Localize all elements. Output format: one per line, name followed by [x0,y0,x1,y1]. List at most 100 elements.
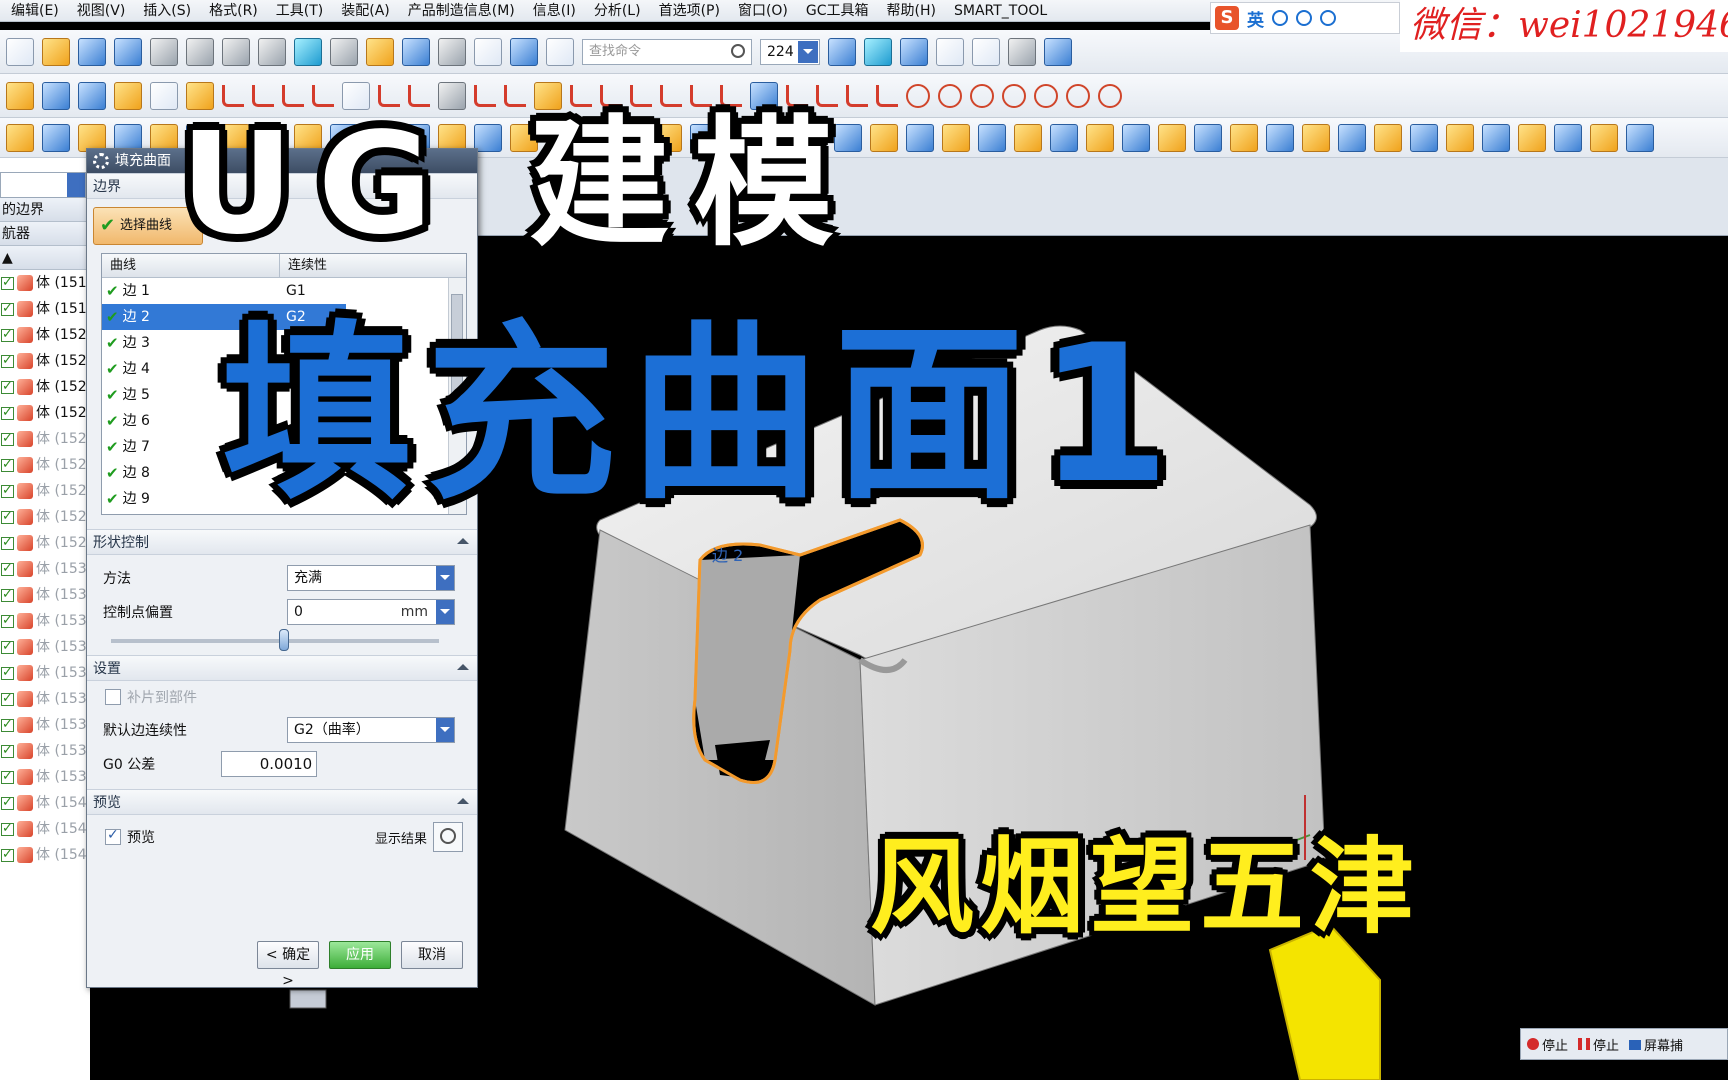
preview-checkbox[interactable] [105,827,121,845]
print-icon[interactable] [150,37,178,66]
feature35-icon[interactable] [1266,123,1294,152]
feature45-icon[interactable] [1626,123,1654,152]
feature36-icon[interactable] [1302,123,1330,152]
circle2-icon[interactable] [938,83,962,108]
feature31-icon[interactable] [1122,123,1150,152]
split-icon[interactable] [876,84,898,107]
menu-view[interactable]: 视图(V) [68,0,135,22]
circle-icon[interactable] [906,83,930,108]
navigator-row[interactable]: 体 (153 [0,634,90,660]
visibility-checkbox[interactable] [1,816,14,842]
navigator-row[interactable]: 体 (153 [0,686,90,712]
circle3-icon[interactable] [970,83,994,108]
collapse-icon[interactable] [457,798,469,804]
feature39-icon[interactable] [1410,123,1438,152]
feature24-icon[interactable] [870,123,898,152]
feature33-icon[interactable] [1194,123,1222,152]
slider-knob[interactable] [279,629,289,651]
navigator-filter-select[interactable] [0,172,86,198]
visibility-checkbox[interactable] [1,452,14,478]
navigator-row[interactable]: 体 (154 [0,790,90,816]
offset-input[interactable]: 0 mm [287,599,455,625]
menu-window[interactable]: 窗口(O) [729,0,797,22]
point-icon[interactable] [864,37,892,66]
feature30-icon[interactable] [1086,123,1114,152]
feature41-icon[interactable] [1482,123,1510,152]
feature29-icon[interactable] [1050,123,1078,152]
circle6-icon[interactable] [1066,83,1090,108]
visibility-checkbox[interactable] [1,608,14,634]
shape-control-group-header[interactable]: 形状控制 [87,529,477,555]
copy-icon[interactable] [222,37,250,66]
navigator-row[interactable]: 体 (152 [0,322,90,348]
visibility-checkbox[interactable] [1,426,14,452]
offset-slider[interactable] [111,629,439,651]
chevron-down-icon[interactable] [436,600,454,624]
navigator-row[interactable]: 体 (153 [0,608,90,634]
feature28-icon[interactable] [1014,123,1042,152]
menu-help[interactable]: 帮助(H) [878,0,945,22]
menu-format[interactable]: 格式(R) [200,0,267,22]
ime-lang[interactable]: 英 [1247,6,1264,31]
block-icon[interactable] [114,81,142,110]
navigator-sort-header[interactable]: ▲ [0,246,90,270]
visibility-checkbox[interactable] [1,582,14,608]
circle7-icon[interactable] [1098,83,1122,108]
navigator-row[interactable]: 体 (154 [0,842,90,868]
menu-info[interactable]: 信息(I) [524,0,585,22]
keyboard-icon[interactable] [1320,10,1336,26]
visibility-checkbox[interactable] [1,530,14,556]
feature43-icon[interactable] [1554,123,1582,152]
visibility-checkbox[interactable] [1,504,14,530]
menu-insert[interactable]: 插入(S) [134,0,200,22]
edit-object-icon[interactable] [366,37,394,66]
edge-continuity-cell[interactable]: G1 [280,278,306,304]
cube-icon[interactable] [1044,37,1072,66]
navigator-row[interactable]: 体 (154 [0,816,90,842]
equals-icon[interactable] [474,37,502,66]
navigator-row[interactable]: 体 (153 [0,764,90,790]
pause-button[interactable]: 停止 [1578,1035,1619,1054]
g0-tolerance-input[interactable]: 0.0010 [221,751,318,777]
navigator-row[interactable]: 体 (153 [0,582,90,608]
stop-record-button[interactable]: 停止 [1527,1035,1568,1054]
ok-button[interactable]: < 确定 > [257,941,319,989]
sketch-icon[interactable] [6,81,34,110]
magnifier-icon[interactable] [433,822,463,852]
extrude-icon[interactable] [78,81,106,110]
visibility-checkbox[interactable] [1,738,14,764]
feature40-icon[interactable] [1446,123,1474,152]
visibility-checkbox[interactable] [1,270,14,296]
visibility-checkbox[interactable] [1,322,14,348]
feature25-icon[interactable] [906,123,934,152]
visibility-checkbox[interactable] [1,400,14,426]
cancel-button[interactable]: 取消 [401,941,463,969]
paste-icon[interactable] [258,37,286,66]
navigator-row[interactable]: 体 (152 [0,426,90,452]
zoom-select[interactable]: 224 [760,38,820,65]
navigator-row[interactable]: 体 (151 [0,296,90,322]
visibility-checkbox[interactable] [1,660,14,686]
navigator-row[interactable]: 体 (151 [0,270,90,296]
visibility-checkbox[interactable] [1,790,14,816]
navigator-row[interactable]: 体 (152 [0,348,90,374]
edge-row[interactable]: ✔ 边 1 G1 [102,278,466,304]
menu-gc-toolbox[interactable]: GC工具箱 [797,0,878,22]
visibility-checkbox[interactable] [1,686,14,712]
fit-icon[interactable] [972,37,1000,66]
feature27-icon[interactable] [978,123,1006,152]
apply-button[interactable]: 应用 [329,941,391,969]
menu-analysis[interactable]: 分析(L) [585,0,650,22]
navigator-row[interactable]: 体 (152 [0,400,90,426]
visibility-checkbox[interactable] [1,348,14,374]
open-folder-icon[interactable] [42,37,70,66]
command-search-input[interactable]: 查找命令 [582,38,752,65]
visibility-checkbox[interactable] [1,556,14,582]
patch-to-part-checkbox[interactable] [105,689,121,705]
menu-edit[interactable]: 编辑(E) [2,0,68,22]
save-icon[interactable] [78,37,106,66]
menu-preferences[interactable]: 首选项(P) [650,0,729,22]
visibility-checkbox[interactable] [1,712,14,738]
feature37-icon[interactable] [1338,123,1366,152]
mic-icon[interactable] [1296,10,1312,26]
